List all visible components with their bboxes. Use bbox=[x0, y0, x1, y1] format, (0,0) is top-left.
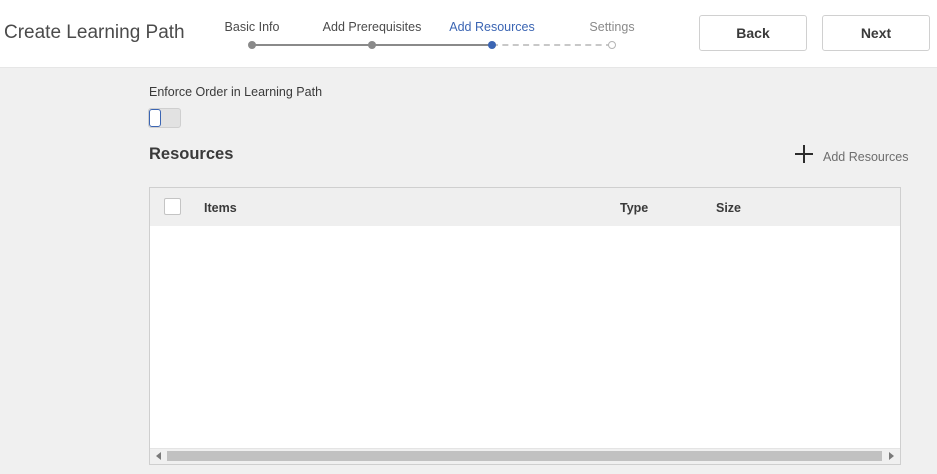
add-resources-label[interactable]: Add Resources bbox=[823, 150, 908, 164]
horizontal-scrollbar[interactable] bbox=[150, 448, 900, 464]
step-connector-2 bbox=[372, 44, 492, 46]
select-all-checkbox[interactable] bbox=[164, 198, 181, 215]
plus-icon[interactable] bbox=[794, 144, 814, 164]
header-bar: Create Learning Path Basic Info Add Prer… bbox=[0, 0, 937, 68]
step-label-settings[interactable]: Settings bbox=[589, 20, 634, 34]
column-header-type[interactable]: Type bbox=[620, 201, 648, 215]
table-header-row: Items Type Size bbox=[150, 188, 900, 226]
step-label-add-resources[interactable]: Add Resources bbox=[449, 20, 534, 34]
step-label-add-prerequisites[interactable]: Add Prerequisites bbox=[323, 20, 422, 34]
step-dot-add-prerequisites bbox=[368, 41, 376, 49]
toggle-knob[interactable] bbox=[149, 109, 161, 127]
progress-stepper: Basic Info Add Prerequisites Add Resourc… bbox=[200, 0, 660, 67]
step-connector-1 bbox=[252, 44, 372, 46]
resources-heading: Resources bbox=[149, 145, 234, 163]
add-resources-button[interactable]: Add Resources bbox=[794, 144, 908, 164]
enforce-order-label: Enforce Order in Learning Path bbox=[149, 85, 323, 99]
column-header-size[interactable]: Size bbox=[716, 201, 741, 215]
next-button[interactable]: Next bbox=[822, 15, 930, 51]
step-dot-basic-info bbox=[248, 41, 256, 49]
step-label-basic-info[interactable]: Basic Info bbox=[225, 20, 280, 34]
resources-table: Items Type Size bbox=[149, 187, 901, 465]
page-title: Create Learning Path bbox=[4, 22, 185, 43]
back-button[interactable]: Back bbox=[699, 15, 807, 51]
step-connector-3 bbox=[492, 44, 612, 46]
step-dot-add-resources bbox=[488, 41, 496, 49]
step-dot-settings bbox=[608, 41, 616, 49]
scrollbar-thumb[interactable] bbox=[167, 451, 882, 461]
table-body bbox=[150, 226, 900, 446]
enforce-order-toggle[interactable] bbox=[148, 108, 181, 128]
column-header-items[interactable]: Items bbox=[204, 201, 237, 215]
scroll-left-arrow-icon[interactable] bbox=[156, 452, 161, 460]
scroll-right-arrow-icon[interactable] bbox=[889, 452, 894, 460]
